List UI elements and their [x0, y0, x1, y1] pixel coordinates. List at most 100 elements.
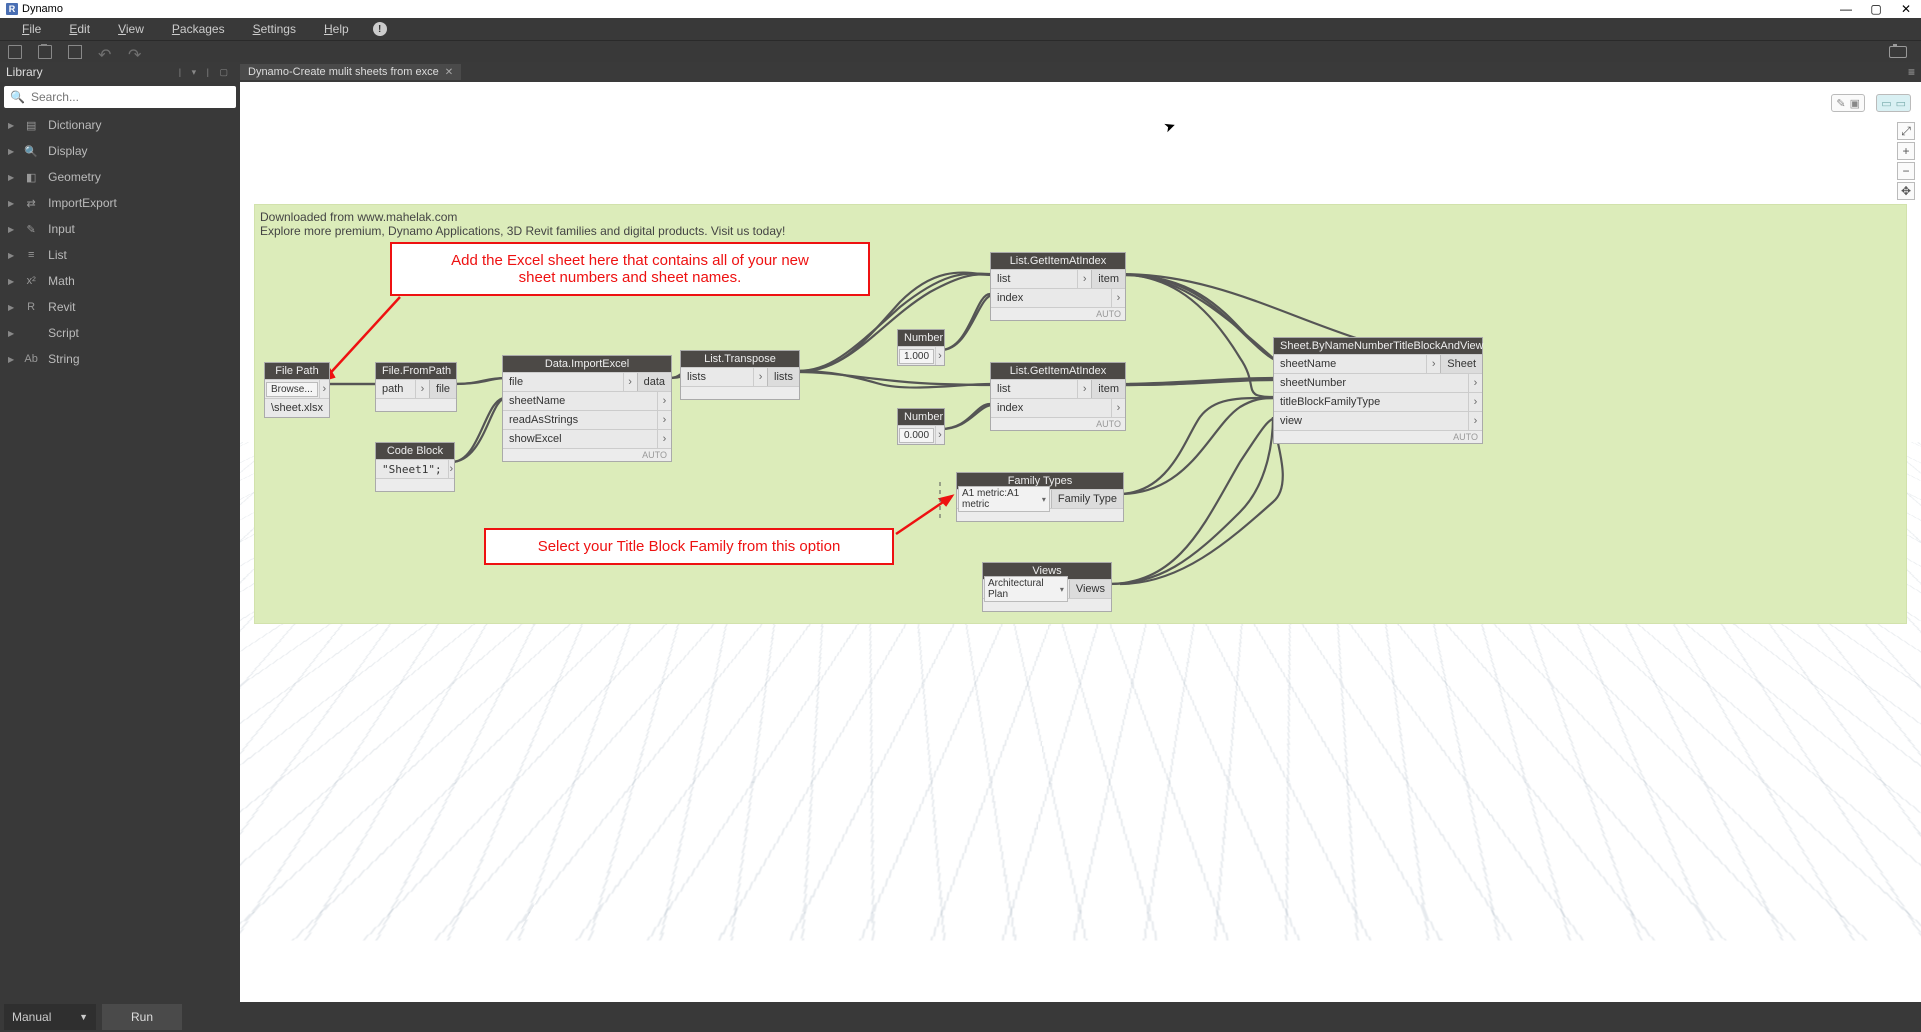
menu-edit[interactable]: Edit	[55, 22, 104, 36]
info-icon[interactable]: !	[373, 22, 387, 36]
maximize-button[interactable]: ▢	[1861, 2, 1891, 16]
input-showexcel[interactable]: showExcel	[503, 433, 657, 445]
node-number-0[interactable]: Number 0.000›	[897, 408, 945, 445]
category-label: Math	[48, 274, 75, 288]
input-readasstrings[interactable]: readAsStrings	[503, 414, 657, 426]
library-search[interactable]: 🔍	[4, 86, 236, 108]
library-category[interactable]: ▶AbString	[0, 346, 240, 372]
workspace-tab[interactable]: Dynamo-Create mulit sheets from exce ✕	[240, 64, 461, 80]
expand-caret-icon: ▶	[8, 121, 14, 130]
node-sheet-create[interactable]: Sheet.ByNameNumberTitleBlockAndView shee…	[1273, 337, 1483, 444]
family-type-dropdown[interactable]: A1 metric:A1 metric	[958, 486, 1050, 512]
close-button[interactable]: ✕	[1891, 2, 1921, 16]
output-item[interactable]: item	[1091, 380, 1125, 398]
view-toggle-graph[interactable]: ▭ ▭	[1876, 94, 1911, 112]
library-category[interactable]: ▶ R Revit	[0, 294, 240, 320]
output-port[interactable]: ›	[319, 380, 329, 398]
output-item[interactable]: item	[1091, 270, 1125, 288]
lacing-label: AUTO	[1274, 430, 1482, 443]
menu-packages[interactable]: Packages	[158, 22, 239, 36]
canvas-menu-icon[interactable]: ≡	[1908, 65, 1915, 79]
number-value[interactable]: 1.000	[899, 349, 934, 364]
output-port[interactable]: ›	[448, 460, 454, 478]
node-list-transpose[interactable]: List.Transpose lists›lists	[680, 350, 800, 400]
node-file-path[interactable]: File Path Browse... › \sheet.xlsx	[264, 362, 330, 418]
output-family-type[interactable]: Family Type	[1051, 490, 1123, 508]
input-port-label[interactable]: path	[376, 383, 415, 395]
number-value[interactable]: 0.000	[899, 428, 934, 443]
node-code-block[interactable]: Code Block "Sheet1"; ›	[375, 442, 455, 492]
node-icon: ▭	[1896, 97, 1906, 110]
fit-view-button[interactable]: ⤢	[1897, 122, 1915, 140]
minimize-button[interactable]: —	[1831, 2, 1861, 16]
output-port[interactable]: ›	[935, 426, 944, 444]
code-text[interactable]: "Sheet1";	[376, 463, 448, 476]
input-file[interactable]: file	[503, 376, 623, 388]
output-sheet[interactable]: Sheet	[1440, 355, 1482, 373]
view-toggle-geometry[interactable]: ✎ ▣	[1831, 94, 1865, 112]
expand-caret-icon: ▶	[8, 303, 14, 312]
zoom-in-button[interactable]: +	[1897, 142, 1915, 160]
input-sheetname[interactable]: sheetName	[503, 395, 657, 407]
redo-icon[interactable]: ↷	[128, 45, 142, 59]
output-port-label[interactable]: file	[429, 380, 456, 398]
menu-view[interactable]: View	[104, 22, 158, 36]
new-file-icon[interactable]	[8, 45, 22, 59]
node-family-types[interactable]: Family Types A1 metric:A1 metric Family …	[956, 472, 1124, 522]
category-icon: ≡	[24, 249, 38, 261]
input-sheetname[interactable]: sheetName	[1274, 358, 1426, 370]
input-sheetnumber[interactable]: sheetNumber	[1274, 377, 1468, 389]
input-index[interactable]: index	[991, 292, 1111, 304]
browse-button[interactable]: Browse...	[266, 382, 318, 397]
library-category[interactable]: ▶▤Dictionary	[0, 112, 240, 138]
library-panel-title: Library | ▾ | ▢	[0, 65, 240, 79]
screenshot-icon[interactable]	[1889, 46, 1907, 58]
menu-help[interactable]: Help	[310, 22, 363, 36]
undo-icon[interactable]: ↶	[98, 45, 112, 59]
output-lists[interactable]: lists	[767, 368, 799, 386]
library-category[interactable]: ▶⇄ImportExport	[0, 190, 240, 216]
node-views[interactable]: Views Architectural Plan Views	[982, 562, 1112, 612]
node-title: Code Block	[376, 443, 454, 459]
node-getitematindex-1[interactable]: List.GetItemAtIndex list›item index› AUT…	[990, 252, 1126, 321]
tab-close-icon[interactable]: ✕	[445, 67, 453, 78]
output-port[interactable]: ›	[935, 347, 944, 365]
zoom-out-button[interactable]: −	[1897, 162, 1915, 180]
category-icon: Ab	[24, 353, 38, 365]
node-getitematindex-2[interactable]: List.GetItemAtIndex list›item index› AUT…	[990, 362, 1126, 431]
menu-file[interactable]: File	[8, 22, 55, 36]
workspace-tab-label: Dynamo-Create mulit sheets from exce	[248, 66, 439, 78]
run-button[interactable]: Run	[102, 1004, 182, 1030]
category-label: Input	[48, 222, 75, 236]
input-lists[interactable]: lists	[681, 371, 753, 383]
category-icon: R	[24, 301, 38, 313]
category-label: Revit	[48, 300, 75, 314]
library-category[interactable]: ▶x²Math	[0, 268, 240, 294]
library-header-icons[interactable]: | ▾ | ▢	[179, 67, 232, 78]
library-category[interactable]: ▶≡List	[0, 242, 240, 268]
library-category[interactable]: ▶Script	[0, 320, 240, 346]
library-category[interactable]: ▶🔍Display	[0, 138, 240, 164]
node-title: List.GetItemAtIndex	[991, 253, 1125, 269]
node-import-excel[interactable]: Data.ImportExcel file›data sheetName› re…	[502, 355, 672, 462]
node-number-1[interactable]: Number 1.000›	[897, 329, 945, 366]
open-file-icon[interactable]	[38, 45, 52, 59]
node-file-from-path[interactable]: File.FromPath path › file	[375, 362, 457, 412]
output-data[interactable]: data	[637, 373, 671, 391]
input-titleblock[interactable]: titleBlockFamilyType	[1274, 396, 1468, 408]
input-view[interactable]: view	[1274, 415, 1468, 427]
pan-button[interactable]: ✥	[1897, 182, 1915, 200]
library-category[interactable]: ▶◧Geometry	[0, 164, 240, 190]
input-list[interactable]: list	[991, 273, 1077, 285]
menu-settings[interactable]: Settings	[239, 22, 310, 36]
input-list[interactable]: list	[991, 383, 1077, 395]
graph-canvas[interactable]: Downloaded from www.mahelak.com Explore …	[240, 82, 1921, 1002]
save-icon[interactable]	[68, 45, 82, 59]
input-index[interactable]: index	[991, 402, 1111, 414]
views-dropdown[interactable]: Architectural Plan	[984, 576, 1068, 602]
library-category[interactable]: ▶✎Input	[0, 216, 240, 242]
run-mode-dropdown[interactable]: Manual▼	[4, 1004, 96, 1030]
library-sidebar: 🔍 ▶▤Dictionary▶🔍Display▶◧Geometry▶⇄Impor…	[0, 82, 240, 1002]
search-input[interactable]	[31, 90, 230, 104]
output-views[interactable]: Views	[1069, 580, 1111, 598]
